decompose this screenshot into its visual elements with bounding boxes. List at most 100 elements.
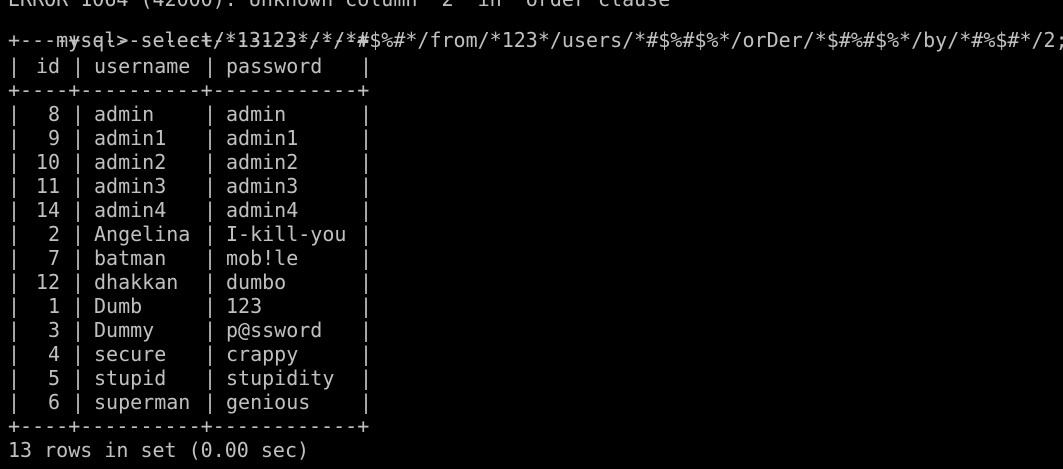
cell-username: admin1: [94, 126, 167, 150]
table-row: | 2 | Angelina | I-kill-you |: [8, 222, 372, 246]
cell-id: 10: [35, 150, 60, 174]
column-divider: |: [204, 318, 217, 342]
column-divider: |: [72, 198, 85, 222]
cell-id: 4: [47, 342, 60, 366]
column-divider: |: [72, 222, 85, 246]
table-row: | 10 | admin2 | admin2 |: [8, 150, 372, 174]
column-divider: |: [8, 342, 21, 366]
column-divider: |: [360, 270, 373, 294]
column-divider: |: [72, 102, 85, 126]
table-row: | 8 | admin | admin |: [8, 102, 372, 126]
column-divider: |: [72, 246, 85, 270]
cell-username: superman: [94, 390, 191, 414]
table-row: | 14 | admin4 | admin4 |: [8, 198, 372, 222]
column-divider: |: [72, 150, 85, 174]
cell-username: admin4: [94, 198, 167, 222]
terminal-window[interactable]: ERROR 1064 (42000): Unknown column '2' i…: [0, 0, 1063, 469]
cell-password: crappy: [226, 342, 299, 366]
column-divider: |: [72, 294, 85, 318]
header-id: id: [36, 54, 61, 78]
cell-username: Dumb: [94, 294, 143, 318]
column-divider: |: [204, 174, 217, 198]
cell-username: admin3: [94, 174, 167, 198]
cell-id: 11: [35, 174, 60, 198]
column-divider: |: [360, 54, 373, 78]
header-username: username: [94, 54, 191, 78]
column-divider: |: [360, 174, 373, 198]
column-divider: |: [204, 342, 217, 366]
column-divider: |: [72, 390, 85, 414]
cell-password: dumbo: [226, 270, 287, 294]
header-password: password: [226, 54, 323, 78]
column-divider: |: [204, 102, 217, 126]
cell-username: secure: [94, 342, 167, 366]
column-divider: |: [204, 54, 217, 78]
table-row: | 4 | secure | crappy |: [8, 342, 372, 366]
cell-password: admin1: [226, 126, 299, 150]
column-divider: |: [204, 270, 217, 294]
column-divider: |: [360, 366, 373, 390]
table-header-row: | id | username | password |: [8, 54, 372, 78]
table-row: | 9 | admin1 | admin1 |: [8, 126, 372, 150]
column-divider: |: [72, 54, 85, 78]
column-divider: |: [360, 294, 373, 318]
cell-id: 2: [47, 222, 60, 246]
cell-id: 3: [47, 318, 60, 342]
column-divider: |: [72, 342, 85, 366]
column-divider: |: [8, 54, 21, 78]
table-border-bottom: +----+----------+------------+: [8, 414, 370, 438]
column-divider: |: [204, 150, 217, 174]
column-divider: |: [72, 318, 85, 342]
cell-password: 123: [226, 294, 263, 318]
column-divider: |: [8, 150, 21, 174]
cell-password: admin2: [226, 150, 299, 174]
cell-password: genious: [226, 390, 311, 414]
table-row: | 1 | Dumb | 123 |: [8, 294, 372, 318]
cell-password: admin3: [226, 174, 299, 198]
cell-password: admin: [226, 102, 287, 126]
cell-id: 14: [35, 198, 60, 222]
column-divider: |: [72, 126, 85, 150]
command-line[interactable]: mysql> select/*13123*/*/*#$%#*/from/*123…: [8, 4, 1063, 52]
column-divider: |: [204, 294, 217, 318]
column-divider: |: [8, 102, 21, 126]
cell-id: 12: [35, 270, 60, 294]
column-divider: |: [72, 174, 85, 198]
column-divider: |: [204, 126, 217, 150]
cell-password: admin4: [226, 198, 299, 222]
cell-username: stupid: [94, 366, 167, 390]
column-divider: |: [360, 318, 373, 342]
column-divider: |: [8, 198, 21, 222]
cell-id: 7: [47, 246, 60, 270]
table-row: | 5 | stupid | stupidity |: [8, 366, 372, 390]
column-divider: |: [204, 222, 217, 246]
cell-id: 6: [47, 390, 60, 414]
cell-username: Angelina: [94, 222, 191, 246]
table-border-top: +----+----------+------------+: [8, 28, 370, 52]
table-row: | 12 | dhakkan | dumbo |: [8, 270, 372, 294]
cell-password: I-kill-you: [226, 222, 347, 246]
cell-username: batman: [94, 246, 167, 270]
column-divider: |: [204, 198, 217, 222]
table-row: | 6 | superman | genious |: [8, 390, 372, 414]
column-divider: |: [8, 174, 21, 198]
cell-password: p@ssword: [226, 318, 323, 342]
column-divider: |: [204, 390, 217, 414]
column-divider: |: [360, 102, 373, 126]
column-divider: |: [360, 126, 373, 150]
column-divider: |: [72, 366, 85, 390]
column-divider: |: [360, 390, 373, 414]
table-border-header: +----+----------+------------+: [8, 78, 370, 102]
column-divider: |: [8, 126, 21, 150]
column-divider: |: [360, 246, 373, 270]
column-divider: |: [8, 294, 21, 318]
cell-id: 5: [47, 366, 60, 390]
column-divider: |: [360, 150, 373, 174]
column-divider: |: [204, 246, 217, 270]
cell-username: admin2: [94, 150, 167, 174]
cell-username: admin: [94, 102, 155, 126]
table-row: | 11 | admin3 | admin3 |: [8, 174, 372, 198]
cell-id: 8: [47, 102, 60, 126]
table-row: | 7 | batman | mob!le |: [8, 246, 372, 270]
column-divider: |: [8, 390, 21, 414]
